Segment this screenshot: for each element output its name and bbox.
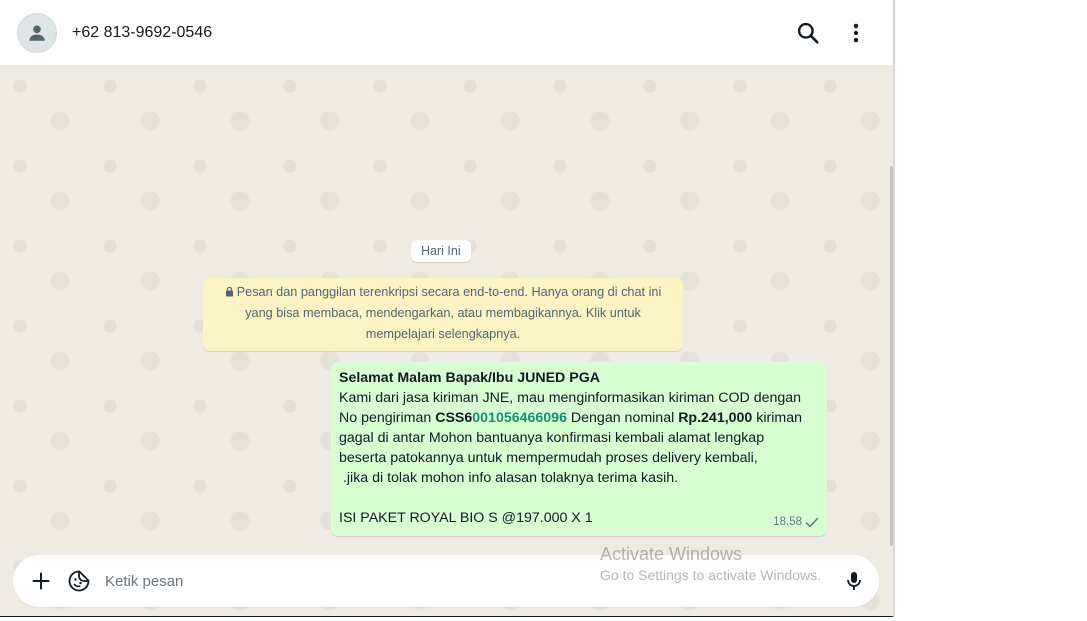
voice-message-button[interactable] [842,569,866,593]
chat-scrollbar[interactable] [890,166,893,546]
message-line: beserta patokannya untuk mempermudah pro… [339,450,758,466]
mic-icon [847,572,861,590]
more-vertical-icon [853,23,859,43]
sticker-icon [68,570,90,592]
message-text: kiriman [752,410,802,426]
sticker-button[interactable] [67,569,91,593]
message-meta: 18.58 [773,512,819,532]
encryption-notice[interactable]: Pesan dan panggilan terenkripsi secara e… [203,278,683,351]
chat-header: +62 813-9692-0546 [0,0,893,66]
message-greeting: Selamat Malam Bapak/Ibu JUNED PGA [339,370,600,386]
message-line: ISI PAKET ROYAL BIO S @197.000 X 1 [339,510,593,526]
whatsapp-chat-window: +62 813-9692-0546 Hari Ini Pesan dan pan… [0,0,895,617]
contact-name[interactable]: +62 813-9692-0546 [72,24,212,42]
message-input[interactable] [105,568,805,594]
person-icon [29,25,45,41]
search-button[interactable] [795,20,821,46]
message-line: gagal di antar Mohon bantuanya konfirmas… [339,430,765,446]
message-time: 18.58 [773,516,802,528]
message-text: No pengiriman [339,410,436,426]
message-line: Kami dari jasa kiriman JNE, mau menginfo… [339,390,802,406]
menu-button[interactable] [843,20,869,46]
tracking-number-link[interactable]: 001056466096 [472,410,567,426]
outgoing-message[interactable]: Selamat Malam Bapak/Ibu JUNED PGA Kami d… [331,362,827,536]
window-bottom-border [0,616,893,617]
search-icon [797,22,819,44]
plus-icon [32,572,50,590]
cod-amount: Rp.241,000 [678,410,753,426]
message-line: .jika di tolak mohon info alasan tolakny… [339,470,679,486]
attach-button[interactable] [29,569,53,593]
message-text: Dengan nominal [566,410,679,426]
single-check-icon [805,517,819,527]
contact-avatar[interactable] [17,13,57,53]
tracking-prefix: CSS6 [435,410,473,426]
date-separator: Hari Ini [411,240,471,262]
encryption-notice-text: Pesan dan panggilan terenkripsi secara e… [236,285,662,341]
lock-icon [225,286,233,297]
message-composer [13,555,879,607]
